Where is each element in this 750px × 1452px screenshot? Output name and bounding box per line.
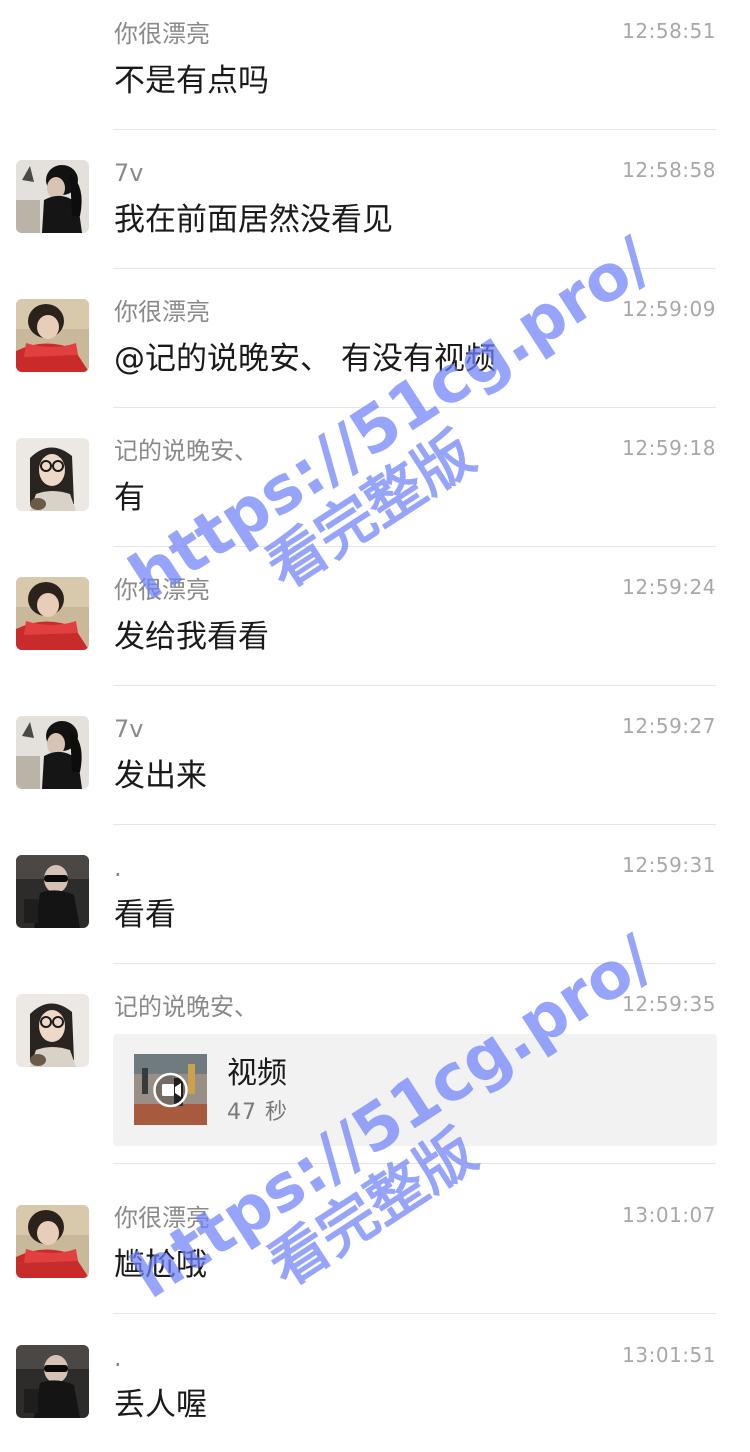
list-item[interactable]: 你很漂亮 12:59:09 @记的说晚安、 有没有视频 [0,278,750,417]
sender-name: . [114,854,122,882]
divider [113,546,716,547]
sender-name: 你很漂亮 [114,576,210,604]
list-item[interactable]: 你很漂亮 12:59:24 发给我看看 [0,556,750,695]
message-list: 你很漂亮 12:58:51 不是有点吗 7v 12:58:58 我在前面居然没看… [0,0,750,1441]
glasses-girl-avatar-icon [16,994,89,1067]
message-time: 13:01:07 [622,1203,716,1227]
black-hair-girl-avatar-icon [16,716,89,789]
red-sweater-girl-avatar-icon [16,299,89,372]
black-hair-girl-avatar-icon [16,160,89,233]
list-item[interactable]: 你很漂亮 12:58:51 不是有点吗 [0,0,750,139]
video-play-icon [134,1054,207,1125]
divider [113,824,716,825]
list-item[interactable]: 7v 12:59:27 发出来 [0,695,750,834]
list-item[interactable]: . 13:01:51 丢人喔 [0,1313,750,1452]
list-item[interactable]: 你很漂亮 13:01:07 尴尬哦 [0,1173,750,1314]
message-text: @记的说晚安、 有没有视频 [114,341,496,377]
video-message-card[interactable]: 视频 47 秒 [113,1034,717,1146]
avatar[interactable] [16,577,89,650]
sender-name: 你很漂亮 [114,20,210,48]
avatar[interactable] [16,1345,89,1418]
divider [113,1163,716,1164]
glasses-girl-avatar-icon [16,438,89,511]
video-thumbnail[interactable] [134,1054,207,1125]
sender-name: 记的说晚安、 [114,993,258,1021]
message-text: 不是有点吗 [114,63,269,99]
avatar[interactable] [16,438,89,511]
video-duration: 47 秒 [227,1100,288,1125]
list-item[interactable]: . 12:59:31 看看 [0,834,750,973]
dark-sunglasses-avatar-icon [16,855,89,928]
message-text: 有 [114,480,145,516]
video-title: 视频 [227,1056,287,1091]
avatar[interactable] [16,160,89,233]
sender-name: 你很漂亮 [114,1204,210,1232]
avatar[interactable] [16,855,89,928]
message-time: 12:59:24 [622,575,716,599]
divider [113,268,716,269]
list-item[interactable]: 7v 12:58:58 我在前面居然没看见 [0,139,750,278]
sender-name: 记的说晚安、 [114,437,258,465]
message-time: 12:58:58 [622,158,716,182]
red-sweater-girl-avatar-icon [16,577,89,650]
message-text: 发出来 [114,758,207,794]
divider [113,407,716,408]
message-time: 12:59:09 [622,297,716,321]
avatar[interactable] [16,299,89,372]
sender-name: . [114,1344,122,1372]
message-time: 12:59:35 [622,992,716,1016]
message-text: 尴尬哦 [114,1247,207,1283]
message-time: 12:59:18 [622,436,716,460]
message-time: 13:01:51 [622,1343,716,1367]
message-time: 12:59:31 [622,853,716,877]
red-sweater-girl-avatar-icon [16,1205,89,1278]
divider [113,963,716,964]
list-item[interactable]: 记的说晚安、 12:59:18 有 [0,417,750,556]
sender-name: 你很漂亮 [114,298,210,326]
avatar[interactable] [16,994,89,1067]
message-text: 我在前面居然没看见 [114,202,393,238]
avatar[interactable] [16,1205,89,1278]
message-time: 12:59:27 [622,714,716,738]
divider [113,685,716,686]
divider [113,129,716,130]
message-time: 12:58:51 [622,19,716,43]
avatar[interactable] [16,716,89,789]
message-text: 看看 [114,897,176,933]
sender-name: 7v [114,715,144,743]
sender-name: 7v [114,159,144,187]
message-text: 丢人喔 [114,1387,207,1423]
dark-sunglasses-avatar-icon [16,1345,89,1418]
message-text: 发给我看看 [114,619,269,655]
